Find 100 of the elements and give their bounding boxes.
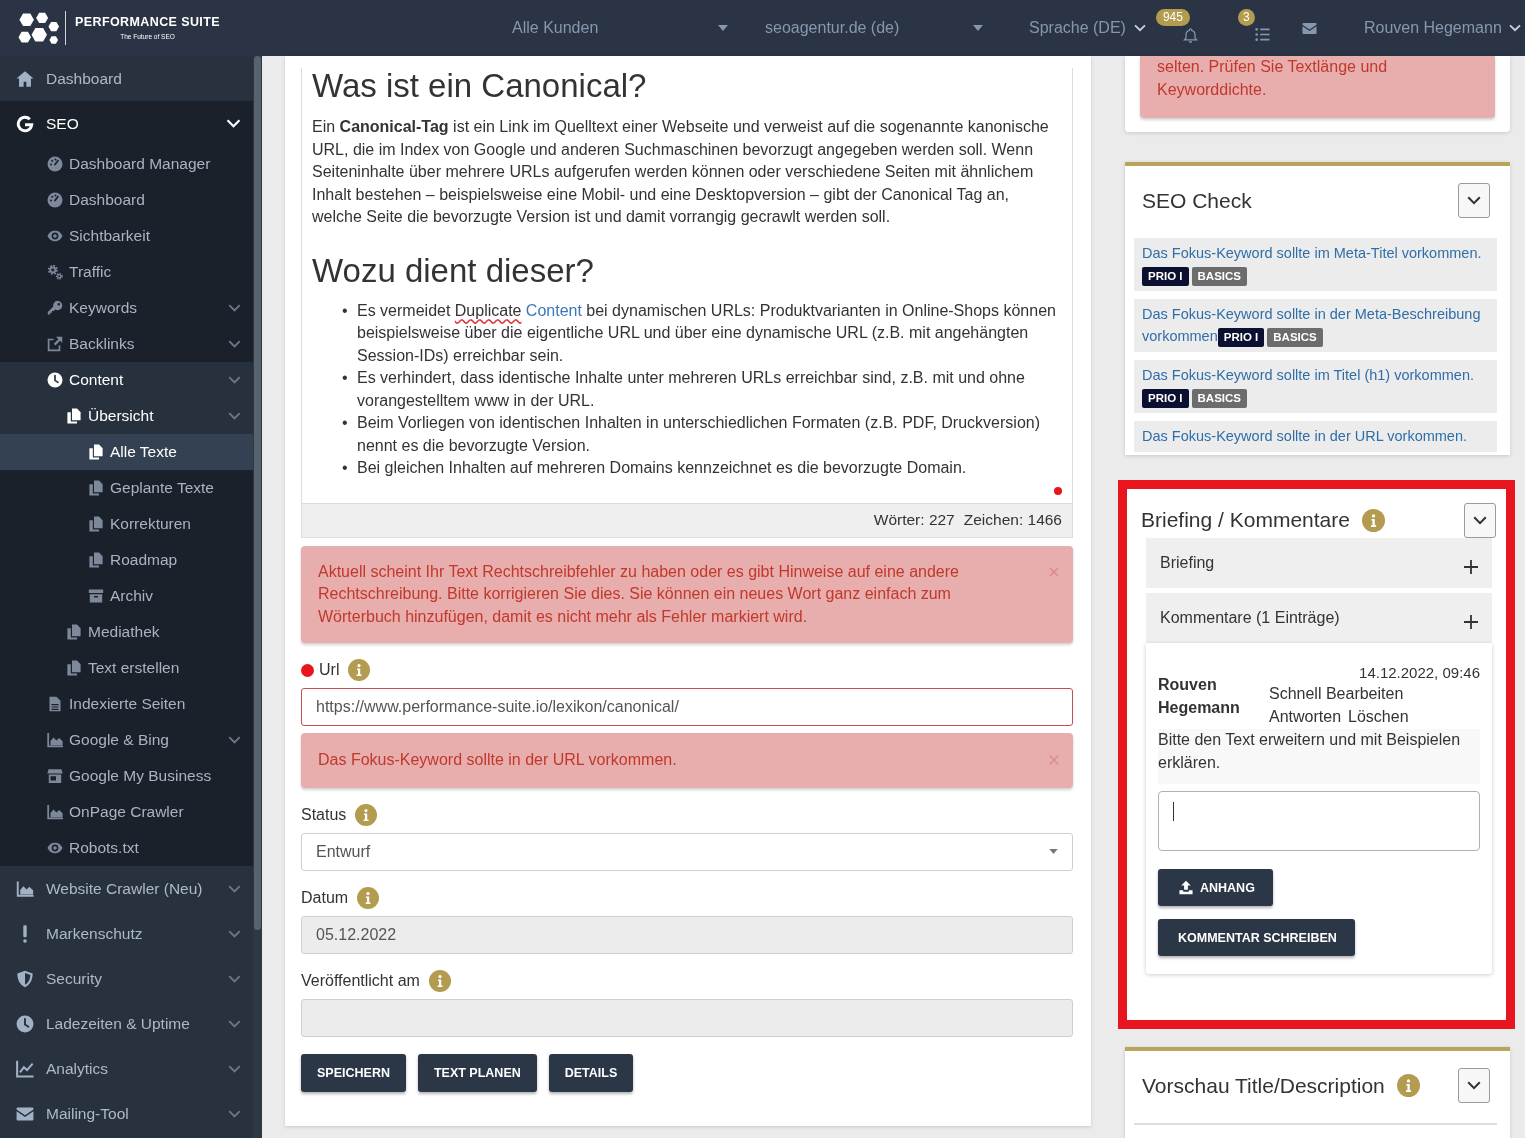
chevron-down-icon	[1467, 1081, 1481, 1090]
notification-count-badge: 945	[1155, 9, 1190, 26]
external-link-icon	[47, 336, 63, 352]
dismiss-button[interactable]	[1049, 755, 1059, 765]
priority-tag: BASICS	[1191, 388, 1247, 408]
sidebar-item[interactable]: Backlinks	[0, 326, 253, 362]
hexagon-logo-icon	[18, 11, 60, 45]
sidebar-item[interactable]: Alle Texte	[0, 434, 253, 470]
sidebar-item[interactable]: Content	[0, 362, 253, 398]
sidebar-item[interactable]: Mediathek	[0, 614, 253, 650]
copy-icon	[66, 408, 82, 424]
article-heading: Was ist ein Canonical?	[312, 68, 648, 104]
chevron-down-icon	[228, 1019, 241, 1028]
action-button[interactable]: SPEICHERN	[301, 1053, 406, 1092]
field-label: Veröffentlicht am	[301, 971, 420, 990]
seo-check-link[interactable]: Das Fokus-Keyword sollte im Meta-Titel vorkommen. PRIO I BASICS	[1134, 238, 1497, 291]
sidebar-item[interactable]: Text erstellen	[0, 650, 253, 686]
chevron-down-icon	[228, 376, 241, 384]
action-button[interactable]: DETAILS	[548, 1053, 634, 1092]
card-title: SEO Check	[1142, 188, 1252, 213]
collapse-button[interactable]	[1458, 183, 1490, 218]
chevron-down-icon	[228, 1064, 241, 1073]
status-dot-icon	[301, 663, 314, 677]
character-count: Zeichen: 1466	[963, 511, 1062, 529]
sidebar-item[interactable]: Geplante Texte	[0, 470, 253, 506]
store-icon	[47, 768, 63, 784]
chevron-down-icon	[228, 340, 241, 348]
copy-icon	[88, 480, 104, 496]
alert-message: Aktuell scheint Ihr Text Rechtschreibfehler zu haben oder es gibt Hinweise auf eine andere Rechtschreibung. Bitte korrigieren Sie dies. Sie können ein neues Wort ganz einfach zum Wörterbuch hinzufügen, damit es nicht mehr als Fehler markiert wird.	[318, 561, 960, 627]
user-menu[interactable]: Rouven Hegemann	[1363, 8, 1521, 48]
seo-check-link[interactable]: Das Fokus-Keyword sollte in der Meta-Beschreibung vorkommen PRIO I BASICS	[1134, 299, 1497, 352]
sidebar-item[interactable]: Robots.txt	[0, 830, 253, 866]
text-editor[interactable]	[301, 68, 1073, 503]
comment-textarea[interactable]	[1158, 791, 1480, 851]
sidebar-item[interactable]: Indexierte Seiten	[0, 686, 253, 722]
scrollbar-thumb[interactable]	[254, 56, 261, 930]
gauge-icon	[47, 192, 63, 208]
upload-icon	[1178, 880, 1194, 895]
bullet-item: Es vermeidet Duplicate Content bei dynamischen URLs: Produktvarianten in Online-Shops können beispielsweise über die eigentliche URL und über eine dynamische URL (z.B. mit angehängten Session-IDs) erreichbar sein.	[357, 300, 1057, 366]
document-icon	[47, 696, 63, 712]
caret-down-icon	[973, 25, 983, 31]
chevron-down-icon	[226, 119, 241, 128]
close-icon	[1049, 566, 1059, 577]
sidebar-item[interactable]: Traffic	[0, 254, 253, 290]
content-link[interactable]: Content	[525, 301, 582, 319]
caret-down-icon	[718, 25, 728, 31]
alert-message: selten. Prüfen Sie Textlänge und Keyworddichte.	[1157, 57, 1389, 100]
sidebar-item[interactable]: SEO	[0, 101, 253, 146]
area-chart-icon	[47, 804, 63, 820]
info-icon	[355, 803, 378, 826]
action-button[interactable]: TEXT PLANEN	[417, 1053, 537, 1092]
caret-down-icon	[1049, 849, 1058, 854]
sidebar-item[interactable]: Archiv	[0, 578, 253, 614]
chevron-down-icon	[1508, 24, 1521, 32]
comment-action-link[interactable]: Antworten	[1269, 705, 1342, 728]
copy-icon	[88, 516, 104, 532]
accordion-header[interactable]: Briefing	[1146, 538, 1492, 588]
plus-icon	[1464, 560, 1478, 574]
sidebar-item[interactable]: Dashboard Manager	[0, 146, 253, 182]
sidebar-item[interactable]: Korrekturen	[0, 506, 253, 542]
sidebar-item[interactable]: Sichtbarkeit	[0, 218, 253, 254]
shield-icon	[16, 969, 34, 988]
chevron-down-icon	[228, 884, 241, 893]
field-label: Status	[301, 805, 347, 824]
filter-dropdown[interactable]: Alle Kunden	[490, 8, 740, 48]
clock-icon	[47, 372, 63, 388]
scrollbar-track[interactable]	[253, 56, 262, 1138]
filter-dropdown[interactable]: seoagentur.de (de)	[745, 8, 995, 48]
seo-check-link[interactable]: Das Fokus-Keyword sollte in der URL vorkommen.	[1134, 421, 1497, 452]
text-cursor-icon	[1173, 802, 1174, 821]
chevron-down-icon	[228, 929, 241, 938]
sidebar-item[interactable]: Google My Business	[0, 758, 253, 794]
info-icon	[1361, 508, 1385, 532]
seo-check-link[interactable]: Das Fokus-Keyword sollte im Titel (h1) vorkommen. PRIO I BASICS	[1134, 360, 1497, 413]
dismiss-button[interactable]	[1049, 566, 1059, 577]
accordion-header[interactable]: Kommentare (1 Einträge)	[1146, 593, 1492, 643]
comment-text: Bitte den Text erweitern und mit Beispielen erklären.	[1158, 729, 1480, 784]
collapse-button[interactable]	[1458, 1068, 1490, 1103]
sidebar-item[interactable]: Google & Bing	[0, 722, 253, 758]
status-select[interactable]: Entwurf	[301, 832, 1073, 871]
sidebar-item[interactable]: OnPage Crawler	[0, 794, 253, 830]
text-field[interactable]: https://www.performance-suite.io/lexikon/canonical/	[301, 688, 1073, 726]
collapse-button[interactable]	[1464, 502, 1496, 538]
envelope-icon	[1299, 20, 1319, 36]
comment-action-link[interactable]: Löschen	[1348, 705, 1409, 728]
sidebar-item[interactable]: Roadmap	[0, 542, 253, 578]
action-button[interactable]: ANHANG	[1158, 869, 1273, 906]
exclamation-icon	[23, 924, 27, 943]
comment-action-link[interactable]: Schnell Bearbeiten	[1269, 683, 1404, 706]
language-menu[interactable]: Sprache (DE)	[1029, 8, 1146, 48]
card-title: Briefing / Kommentare	[1141, 508, 1350, 532]
sidebar-item[interactable]: Keywords	[0, 290, 253, 326]
sidebar-item[interactable]: Dashboard	[0, 182, 253, 218]
action-button[interactable]: KOMMENTAR SCHREIBEN	[1158, 919, 1355, 956]
area-chart-icon	[16, 880, 34, 897]
list-icon	[1254, 27, 1270, 42]
sidebar-item[interactable]: Übersicht	[0, 398, 253, 434]
chevron-down-icon	[228, 974, 241, 983]
chevron-down-icon	[1473, 515, 1487, 525]
gears-icon	[47, 264, 63, 280]
